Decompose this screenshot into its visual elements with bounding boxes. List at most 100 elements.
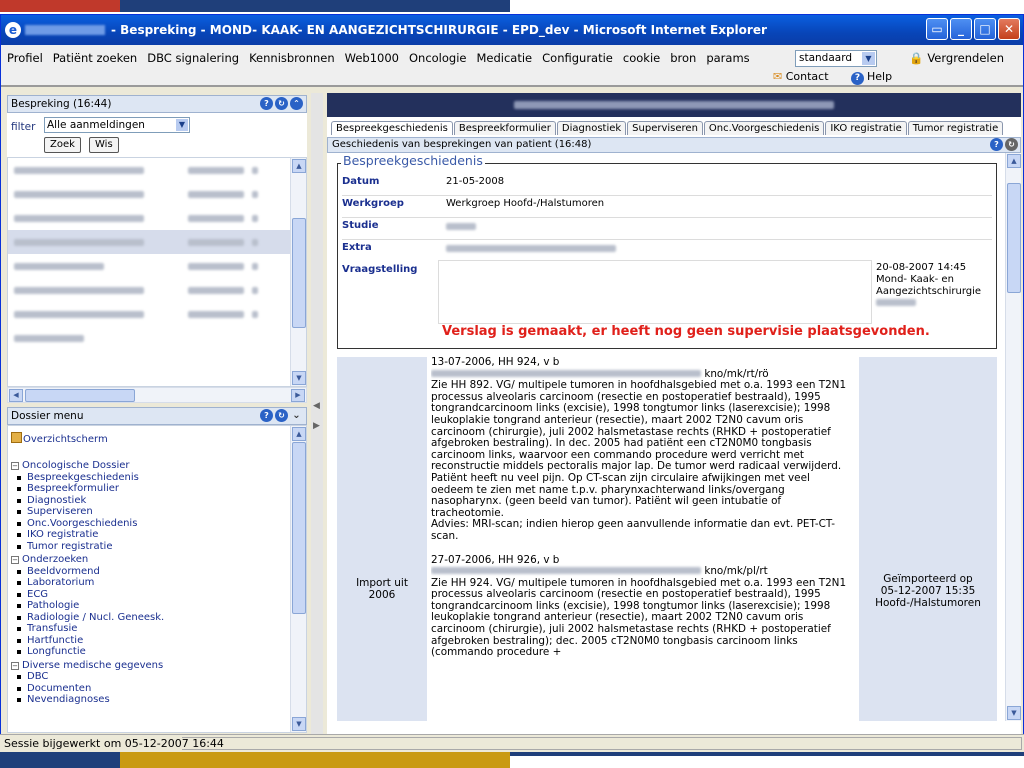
content-scrollbar[interactable]: ▲ ▼ — [1005, 153, 1021, 721]
hscroll-thumb[interactable] — [25, 389, 135, 402]
list-item[interactable] — [8, 302, 306, 326]
zoek-button[interactable]: Zoek — [44, 137, 81, 153]
overzicht-link[interactable]: Overzichtscherm — [11, 432, 108, 445]
extra-value-redacted — [446, 245, 616, 252]
panel-splitter[interactable]: ◀ ▶ — [311, 93, 323, 743]
refresh-icon[interactable]: ↻ — [275, 97, 288, 110]
menu-icon[interactable]: ▭ — [926, 18, 948, 40]
list-hscrollbar[interactable]: ◀ ▶ — [7, 387, 307, 403]
list-item[interactable] — [8, 206, 306, 230]
tab-onc-voorgeschiedenis[interactable]: Onc.Voorgeschiedenis — [703, 121, 825, 135]
tree-item[interactable]: DBC — [11, 671, 164, 683]
close-button[interactable]: ✕ — [998, 18, 1020, 40]
scroll-down-icon[interactable]: ▼ — [292, 717, 306, 731]
menu-patient-zoeken[interactable]: Patiënt zoeken — [53, 51, 137, 65]
list-item[interactable] — [8, 158, 306, 182]
refresh-icon[interactable]: ↻ — [275, 409, 288, 422]
lock-label: Vergrendelen — [927, 51, 1004, 65]
help-link[interactable]: ? Help — [851, 70, 892, 85]
contact-link[interactable]: ✉ Contact — [773, 70, 829, 83]
tree-item[interactable]: Nevendiagnoses — [11, 694, 164, 706]
tree-item[interactable]: Radiologie / Nucl. Geneesk. — [11, 612, 164, 624]
help-icon: ? — [851, 72, 864, 85]
studie-value-redacted — [446, 223, 476, 230]
menu-cookie[interactable]: cookie — [623, 51, 660, 65]
overzicht-label: Overzichtscherm — [23, 434, 108, 445]
tree-item[interactable]: Hartfunctie — [11, 635, 164, 647]
tab-tumor-registratie[interactable]: Tumor registratie — [907, 121, 1004, 135]
list-item-selected[interactable] — [8, 230, 306, 254]
scroll-up-icon[interactable]: ▲ — [292, 159, 306, 173]
expand-icon[interactable]: ⌄ — [290, 409, 303, 422]
wis-button[interactable]: Wis — [89, 137, 119, 153]
expand-right-icon[interactable]: ▶ — [313, 421, 321, 431]
list-scrollbar[interactable]: ▲ ▼ — [290, 158, 306, 386]
list-item[interactable] — [8, 278, 306, 302]
scroll-thumb[interactable] — [1007, 183, 1021, 293]
lock-button[interactable]: 🔒 Vergrendelen — [909, 51, 1004, 65]
help-icon[interactable]: ? — [260, 409, 273, 422]
tree-item[interactable]: IKO registratie — [11, 529, 164, 541]
refresh-icon[interactable]: ↻ — [1005, 138, 1018, 151]
tree-item[interactable]: Pathologie — [11, 600, 164, 612]
help-icon[interactable]: ? — [260, 97, 273, 110]
tab-diagnostiek[interactable]: Diagnostiek — [556, 121, 627, 135]
tree-item[interactable]: Beeldvormend — [11, 566, 164, 578]
tree-item[interactable]: Longfunctie — [11, 646, 164, 658]
werkgroep-row: Werkgroep Werkgroep Hoofd-/Halstumoren — [342, 198, 992, 218]
menu-profiel[interactable]: Profiel — [7, 51, 43, 65]
tab-superviseren[interactable]: Superviseren — [627, 121, 703, 135]
collapse-icon[interactable]: − — [11, 556, 19, 564]
tree-item[interactable]: Bespreekgeschiedenis — [11, 472, 164, 484]
tab-bespreekgeschiedenis[interactable]: Bespreekgeschiedenis — [331, 121, 453, 135]
menu-bron[interactable]: bron — [670, 51, 696, 65]
minimize-button[interactable]: _ — [950, 18, 972, 40]
list-item[interactable] — [8, 254, 306, 278]
tree-item[interactable]: ECG — [11, 589, 164, 601]
import-meta-line1: Geïmporteerd op — [883, 573, 973, 585]
scroll-up-icon[interactable]: ▲ — [292, 427, 306, 441]
tree-item[interactable]: Tumor registratie — [11, 541, 164, 553]
tree-item[interactable]: Superviseren — [11, 506, 164, 518]
scroll-up-icon[interactable]: ▲ — [1007, 154, 1021, 168]
tree-group[interactable]: − Oncologische Dossier — [11, 460, 164, 472]
list-item[interactable] — [8, 182, 306, 206]
collapse-icon[interactable]: − — [11, 661, 19, 670]
params-select[interactable]: standaard ▼ — [795, 50, 877, 67]
tree-item[interactable]: Diagnostiek — [11, 495, 164, 507]
tree-group[interactable]: − Diverse medische gegevens — [11, 660, 164, 672]
menu-oncologie[interactable]: Oncologie — [409, 51, 467, 65]
tree-item[interactable]: Transfusie — [11, 623, 164, 635]
maximize-button[interactable]: □ — [974, 18, 996, 40]
menu-medicatie[interactable]: Medicatie — [476, 51, 532, 65]
scroll-right-icon[interactable]: ▶ — [291, 389, 305, 402]
scroll-down-icon[interactable]: ▼ — [1007, 706, 1021, 720]
menu-dbc-signalering[interactable]: DBC signalering — [147, 51, 239, 65]
scroll-thumb[interactable] — [292, 218, 306, 328]
collapse-icon[interactable]: − — [11, 462, 19, 470]
help-icon[interactable]: ? — [990, 138, 1003, 151]
collapse-left-icon[interactable]: ◀ — [313, 401, 321, 411]
menu-web1000[interactable]: Web1000 — [345, 51, 399, 65]
tab-bespreekformulier[interactable]: Bespreekformulier — [453, 121, 556, 135]
dossier-scrollbar[interactable]: ▲ ▼ — [290, 426, 306, 732]
menu-kennisbronnen[interactable]: Kennisbronnen — [249, 51, 335, 65]
group-title: Oncologische Dossier — [22, 460, 130, 471]
menu-configuratie[interactable]: Configuratie — [542, 51, 613, 65]
tree-item[interactable]: Documenten — [11, 683, 164, 695]
menu-params[interactable]: params — [706, 51, 749, 65]
filter-select[interactable]: Alle aanmeldingen ▼ — [44, 117, 190, 133]
import-source-line2: 2006 — [368, 589, 396, 601]
scroll-left-icon[interactable]: ◀ — [9, 389, 23, 402]
tree-item[interactable]: Laboratorium — [11, 577, 164, 589]
collapse-icon[interactable]: ⌃ — [290, 97, 303, 110]
list-item[interactable] — [8, 326, 306, 350]
tree-item[interactable]: Bespreekformulier — [11, 483, 164, 495]
dossier-header: Dossier menu ? ↻ ⌄ — [7, 407, 307, 425]
werkgroep-value: Werkgroep Hoofd-/Halstumoren — [446, 198, 605, 209]
tree-item[interactable]: Onc.Voorgeschiedenis — [11, 518, 164, 530]
tree-group[interactable]: − Onderzoeken — [11, 554, 164, 566]
scroll-thumb[interactable] — [292, 442, 306, 614]
scroll-down-icon[interactable]: ▼ — [292, 371, 306, 385]
tab-iko-registratie[interactable]: IKO registratie — [825, 121, 907, 135]
